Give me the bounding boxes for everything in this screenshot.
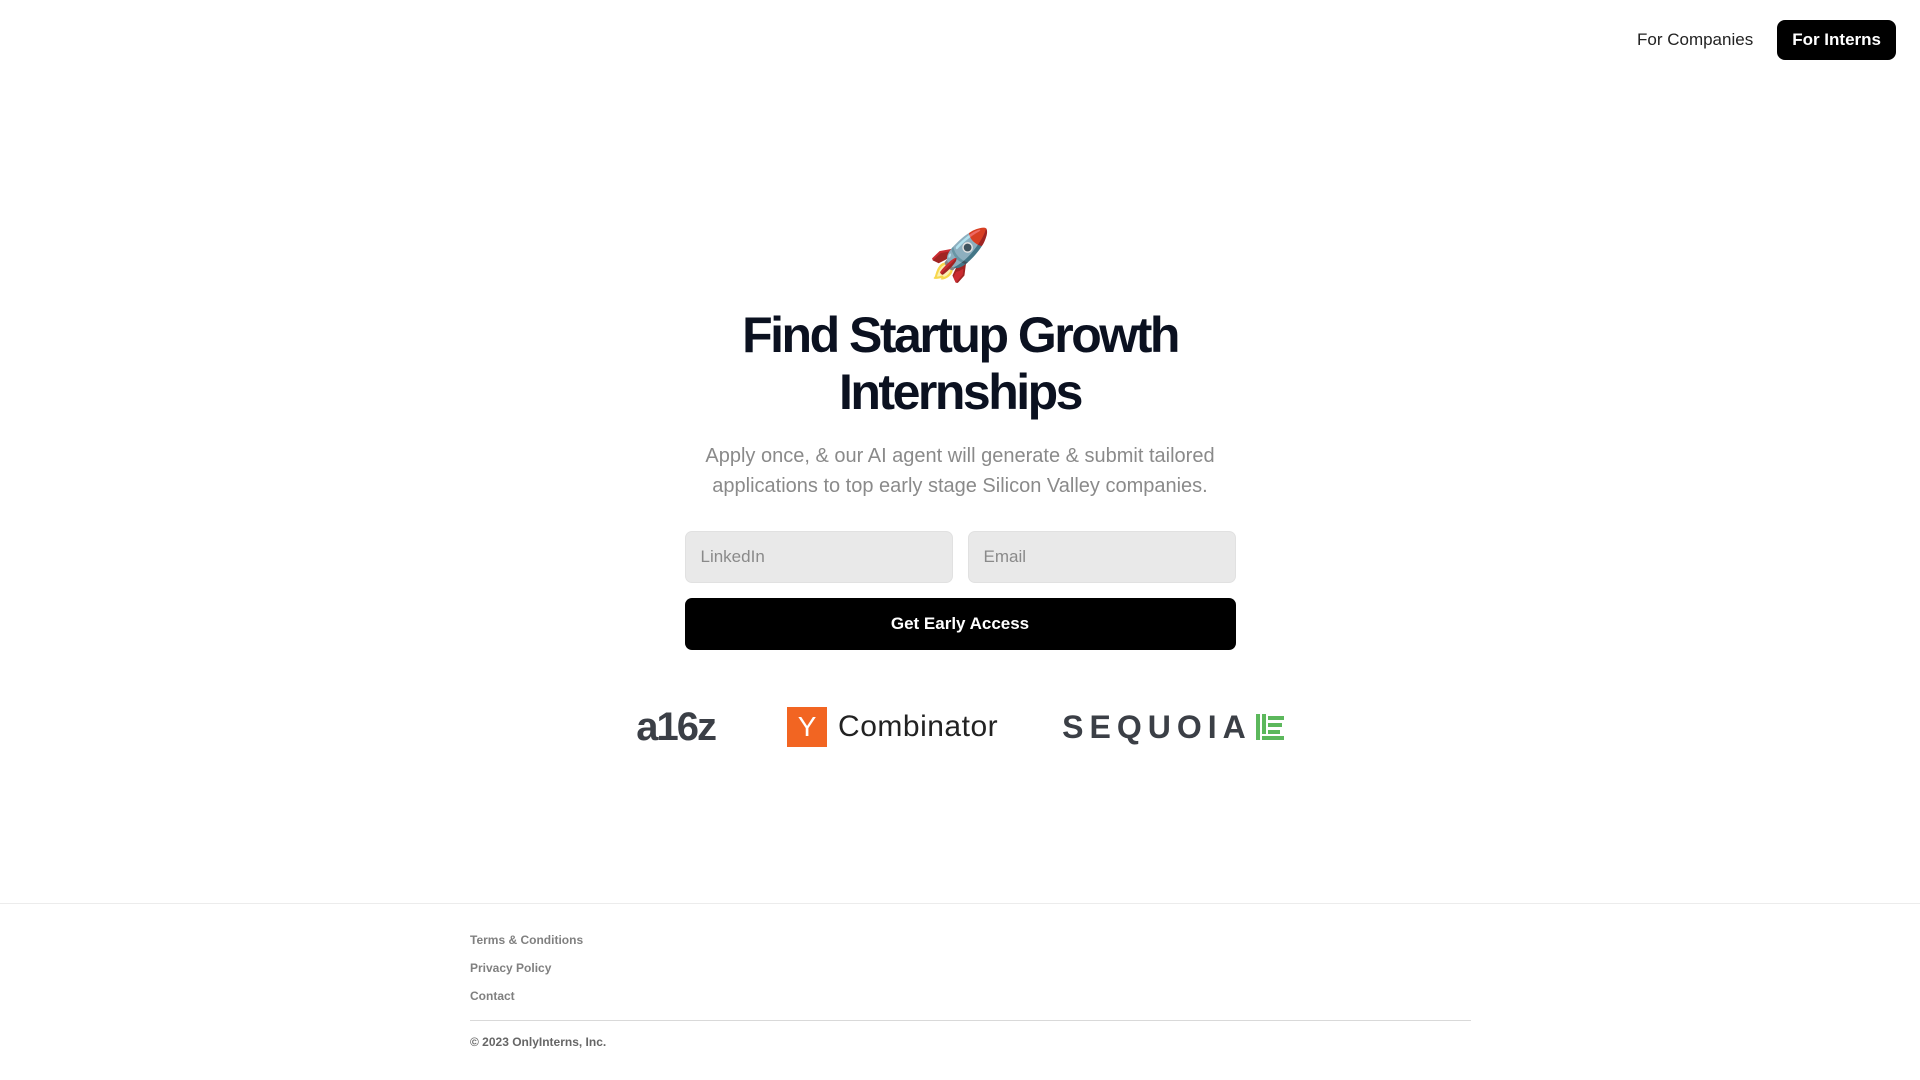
site-footer: Terms & Conditions Privacy Policy Contac…	[0, 903, 1920, 1080]
footer-content: Terms & Conditions Privacy Policy Contac…	[470, 932, 1471, 1049]
top-nav: For Companies For Interns	[1637, 20, 1896, 60]
page-title: Find Startup Growth Internships	[742, 307, 1180, 420]
rocket-icon: 🚀	[928, 227, 992, 283]
sequoia-logo-text: SEQUOIA	[1062, 708, 1252, 745]
email-input[interactable]	[967, 531, 1236, 583]
for-interns-button[interactable]: For Interns	[1777, 20, 1896, 60]
linkedin-input[interactable]	[684, 531, 953, 583]
contact-link[interactable]: Contact	[470, 988, 1471, 1016]
privacy-policy-link[interactable]: Privacy Policy	[470, 960, 1471, 988]
a16z-logo: a16z	[636, 704, 717, 749]
yc-box-icon: Y	[787, 707, 828, 747]
terms-link[interactable]: Terms & Conditions	[470, 932, 1471, 960]
for-companies-link[interactable]: For Companies	[1637, 22, 1753, 58]
y-combinator-logo: Y Combinator	[787, 707, 998, 747]
signup-form: Get Early Access	[684, 531, 1236, 650]
signup-fields-row	[684, 531, 1236, 583]
yc-logo-text: Combinator	[838, 710, 999, 743]
backer-logos: a16z Y Combinator SEQUOIA	[636, 704, 1284, 749]
footer-divider	[470, 1020, 1471, 1021]
get-early-access-button[interactable]: Get Early Access	[684, 598, 1236, 650]
hero-section: 🚀 Find Startup Growth Internships Apply …	[0, 225, 1920, 749]
sequoia-tree-icon	[1255, 714, 1284, 740]
copyright-text: © 2023 OnlyInterns, Inc.	[470, 1035, 607, 1049]
sequoia-logo: SEQUOIA	[1062, 709, 1284, 746]
page-subtitle: Apply once, & our AI agent will generate…	[705, 445, 1215, 497]
